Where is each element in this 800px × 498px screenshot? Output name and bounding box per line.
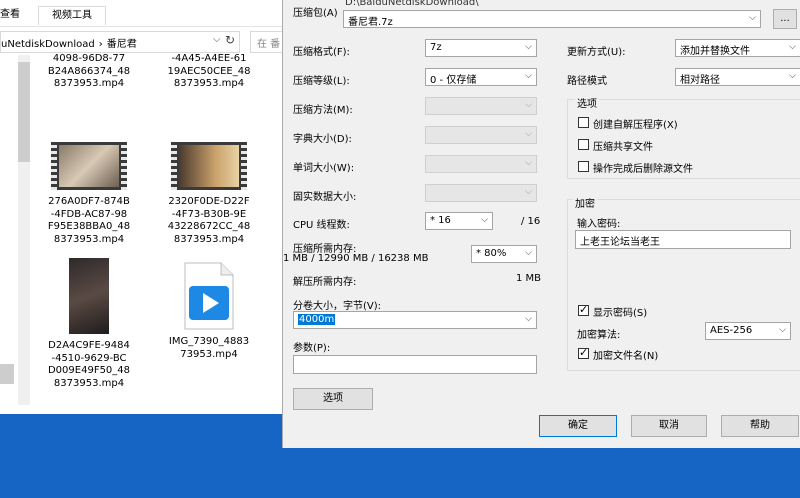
path-mode-select[interactable]: 相对路径 ⌵ <box>675 68 800 86</box>
search-placeholder: 在 番 <box>257 39 281 50</box>
level-label: 压缩等级(L): <box>293 76 350 87</box>
breadcrumb-segment[interactable]: uNetdiskDownload <box>1 39 95 50</box>
chevron-down-icon[interactable]: ⌵ <box>213 34 221 45</box>
volume-size-field[interactable]: 4000m ⌵ <box>293 311 537 329</box>
threads-total: / 16 <box>521 216 541 227</box>
update-select[interactable]: 添加并替换文件 ⌵ <box>675 39 800 57</box>
breadcrumb-segment[interactable]: 番尼君 <box>107 39 137 50</box>
file-name: 276A0DF7-874B -4FDB-AC87-98 F95E38BBA0_48 8… <box>47 196 131 245</box>
show-password-label: 显示密码(S) <box>593 308 648 319</box>
password-value: 上老王论坛当老王 <box>580 237 660 248</box>
dict-label: 字典大小(D): <box>293 134 352 145</box>
word-label: 单词大小(W): <box>293 163 355 174</box>
archive-label: 压缩包(A) <box>293 8 338 19</box>
tab-video-tools[interactable]: 视频工具 <box>38 6 106 25</box>
show-password-checkbox[interactable] <box>578 303 589 316</box>
file-name: D2A4C9FE-9484 -4510-9629-BC D009E49F50_48 8… <box>47 340 131 389</box>
enc-method-select[interactable]: AES-256 ⌵ <box>705 322 791 340</box>
video-thumbnail <box>51 142 127 190</box>
sfx-checkbox[interactable] <box>578 117 589 128</box>
shared-label: 压缩共享文件 <box>593 142 653 153</box>
password-label: 输入密码: <box>577 219 621 230</box>
archive-path: D:\BaiduNetdiskDownload\ <box>345 0 479 8</box>
video-thumbnail <box>69 258 109 334</box>
volume-label: 分卷大小，字节(V): <box>293 301 382 312</box>
refresh-icon[interactable]: ↻ <box>225 33 235 47</box>
video-thumbnail <box>171 142 247 190</box>
browse-button[interactable]: ... <box>773 9 797 29</box>
mem-percent-select[interactable]: * 80% ⌵ <box>471 245 537 263</box>
params-input[interactable] <box>293 355 537 374</box>
level-select[interactable]: 0 - 仅存储 ⌵ <box>425 68 537 86</box>
threads-select[interactable]: * 16 ⌵ <box>425 212 493 230</box>
shared-checkbox[interactable] <box>578 139 589 150</box>
params-label: 参数(P): <box>293 343 331 354</box>
word-select: ⌵ <box>425 155 537 173</box>
delete-source-label: 操作完成后删除源文件 <box>593 164 693 175</box>
file-name: IMG_7390_4883 73953.mp4 <box>168 336 250 360</box>
file-item[interactable]: 276A0DF7-874B -4FDB-AC87-98 F95E38BBA0_48 8… <box>34 142 144 246</box>
help-button[interactable]: 帮助 <box>721 415 799 437</box>
options-button[interactable]: 选项 <box>293 388 373 410</box>
encryption-group-title: 加密 <box>573 195 597 210</box>
enc-method-label: 加密算法: <box>577 330 621 341</box>
file-item[interactable]: D2A4C9FE-9484 -4510-9629-BC D009E49F50_48 8… <box>34 258 144 390</box>
solid-select: ⌵ <box>425 184 537 202</box>
format-label: 压缩格式(F): <box>293 47 350 58</box>
cancel-button[interactable]: 取消 <box>631 415 707 437</box>
delete-source-checkbox[interactable] <box>578 161 589 172</box>
encrypt-names-label: 加密文件名(N) <box>593 351 659 362</box>
tab-view[interactable]: 查看 <box>0 6 20 24</box>
update-label: 更新方式(U): <box>567 47 626 58</box>
dict-select: ⌵ <box>425 126 537 144</box>
options-group-title: 选项 <box>575 95 599 110</box>
solid-label: 固实数据大小: <box>293 192 357 203</box>
file-item[interactable]: -4A45-A4EE-61 19AEC50CEE_48 8373953.mp4 <box>154 53 264 91</box>
sfx-label: 创建自解压程序(X) <box>593 120 678 131</box>
scrollbar-thumb[interactable] <box>0 364 14 384</box>
mem-decomp-value: 1 MB <box>516 273 542 284</box>
archive-name-field[interactable]: 番尼君.7z ⌵ <box>343 10 761 28</box>
file-name: 2320F0DE-D22F -4F73-B30B-9E 43228672CC_48 8… <box>167 196 251 245</box>
file-explorer-window: 查看 视频工具 uNetdiskDownload › 番尼君 ⌵ ↻ 在 番 409… <box>0 0 290 414</box>
method-select: ⌵ <box>425 97 537 115</box>
file-item[interactable]: 4098-96D8-77 B24A866374_48 8373953.mp4 <box>34 53 144 91</box>
chevron-down-icon[interactable]: ⌵ <box>749 13 756 23</box>
ok-button[interactable]: 确定 <box>539 415 617 437</box>
address-bar[interactable]: uNetdiskDownload › 番尼君 ⌵ ↻ <box>0 31 240 53</box>
mem-decomp-label: 解压所需内存: <box>293 277 357 288</box>
add-to-archive-dialog: 压缩包(A) D:\BaiduNetdiskDownload\ 番尼君.7z ⌵ … <box>282 0 800 448</box>
ribbon-tabs: 查看 视频工具 <box>0 0 290 27</box>
threads-label: CPU 线程数: <box>293 220 350 231</box>
file-item[interactable]: 2320F0DE-D22F -4F73-B30B-9E 43228672CC_48 8… <box>154 142 264 246</box>
file-name: -4A45-A4EE-61 19AEC50CEE_48 8373953.mp4 <box>167 53 251 89</box>
scrollbar-thumb[interactable] <box>18 62 30 162</box>
mem-comp-detail: 1 MB / 12990 MB / 16238 MB <box>283 253 429 264</box>
encrypt-names-checkbox[interactable] <box>578 346 589 359</box>
password-input[interactable]: 上老王论坛当老王 <box>575 230 791 249</box>
video-file-icon <box>183 262 235 330</box>
breadcrumb-separator: › <box>98 39 103 50</box>
file-name: 4098-96D8-77 B24A866374_48 8373953.mp4 <box>47 53 131 89</box>
path-mode-label: 路径模式 <box>567 76 607 87</box>
file-item[interactable]: IMG_7390_4883 73953.mp4 <box>154 262 264 361</box>
method-label: 压缩方法(M): <box>293 105 353 116</box>
format-select[interactable]: 7z ⌵ <box>425 39 537 57</box>
